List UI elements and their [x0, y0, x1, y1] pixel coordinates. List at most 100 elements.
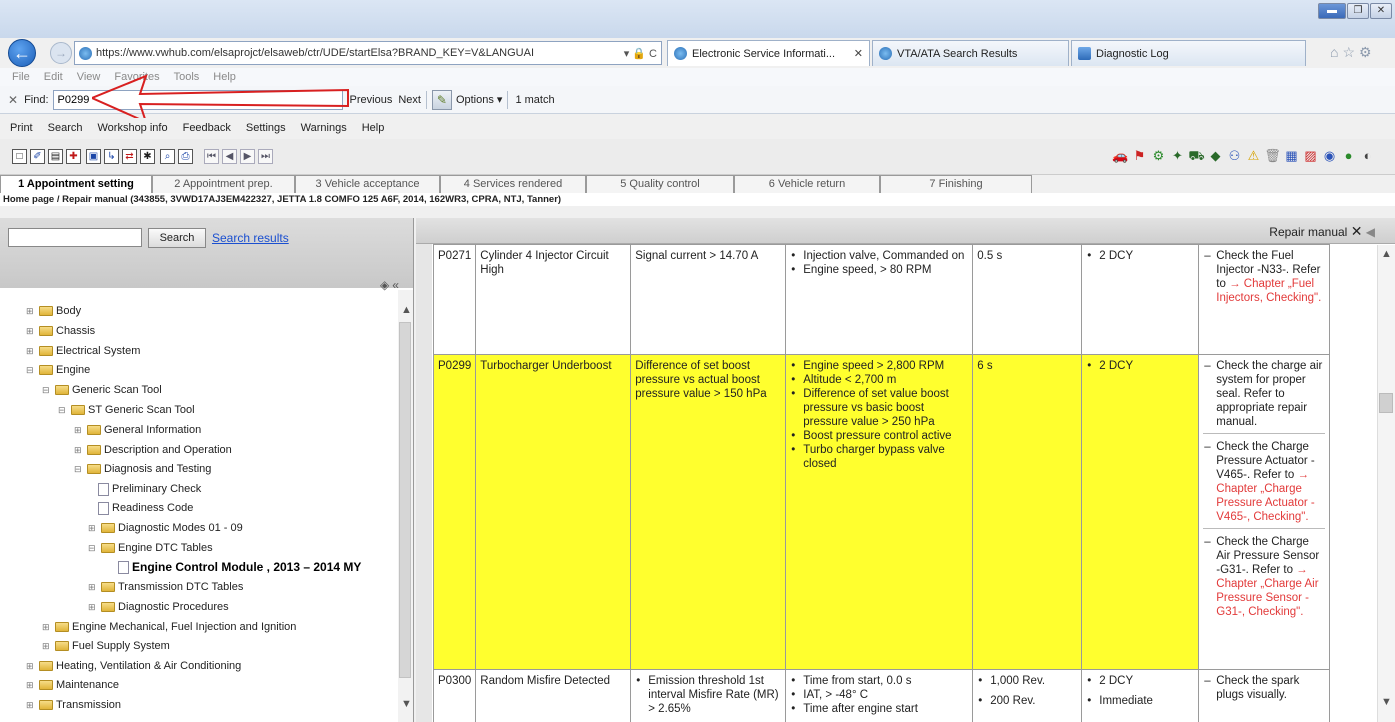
- tree-item-diagnostic-procedures[interactable]: ⊞ Diagnostic Procedures: [88, 598, 229, 616]
- content-scrollbar[interactable]: [1377, 245, 1395, 722]
- scroll-down-icon[interactable]: ▼: [401, 698, 412, 710]
- app-menu-search[interactable]: Search: [48, 122, 83, 134]
- settings-icon[interactable]: ◉: [1321, 147, 1338, 164]
- app-menu-print[interactable]: Print: [10, 122, 33, 134]
- find-previous-button[interactable]: Previous: [350, 94, 393, 106]
- address-bar[interactable]: https://www.vwhub.com/elsaprojct/elsaweb…: [74, 41, 662, 65]
- calendar-icon[interactable]: ▨: [1302, 147, 1319, 164]
- menu-tools[interactable]: Tools: [174, 71, 200, 83]
- expand-icon[interactable]: ⊞: [74, 425, 84, 436]
- step-tab-vehicle-acceptance[interactable]: 3 Vehicle acceptance: [295, 175, 440, 193]
- scroll-down-icon[interactable]: ▼: [1381, 696, 1392, 708]
- app-menu-help[interactable]: Help: [362, 122, 385, 134]
- scroll-up-icon[interactable]: ▲: [1381, 248, 1392, 260]
- browser-home-star-gear-icons[interactable]: ⌂☆⚙: [1330, 44, 1376, 61]
- tree-search-button[interactable]: Search: [148, 228, 206, 248]
- menu-file[interactable]: File: [12, 71, 30, 83]
- expand-icon[interactable]: ⊞: [88, 582, 98, 593]
- expand-icon[interactable]: ⊞: [42, 622, 52, 633]
- first-page-icon[interactable]: ⏮: [204, 149, 219, 164]
- edit-pen-icon[interactable]: ✐: [30, 149, 45, 164]
- app-menu-warnings[interactable]: Warnings: [301, 122, 347, 134]
- step-tab-appointment-setting[interactable]: 1 Appointment setting: [0, 175, 152, 193]
- document-icon[interactable]: ▦: [1283, 147, 1300, 164]
- last-page-icon[interactable]: ⏭: [258, 149, 273, 164]
- tree-item-transmission[interactable]: ⊞ Transmission: [26, 696, 121, 714]
- menu-edit[interactable]: Edit: [44, 71, 63, 83]
- tree-item-engine-mechanical[interactable]: ⊞ Engine Mechanical, Fuel Injection and I…: [42, 618, 296, 636]
- repair-icon[interactable]: ⚑: [1131, 147, 1148, 164]
- tools-icon[interactable]: ⚙: [1150, 147, 1167, 164]
- tree-item-diagnosis-and-testing[interactable]: ⊟ Diagnosis and Testing: [74, 460, 211, 478]
- print-icon[interactable]: ▤: [48, 149, 63, 164]
- data-icon[interactable]: ▣: [86, 149, 101, 164]
- expand-icon[interactable]: ⊞: [26, 680, 36, 691]
- tree-item-electrical-system[interactable]: ⊞ Electrical System: [26, 342, 140, 360]
- tree-item-transmission-dtc-tables[interactable]: ⊞ Transmission DTC Tables: [88, 578, 243, 596]
- link-icon[interactable]: ↳: [104, 149, 119, 164]
- tree-search-input[interactable]: [8, 228, 142, 247]
- tree-item-general-information[interactable]: ⊞ General Information: [74, 421, 201, 439]
- close-window-button[interactable]: ✕: [1370, 3, 1392, 19]
- expand-icon[interactable]: ⊞: [42, 641, 52, 652]
- forward-button[interactable]: →: [50, 42, 72, 64]
- globe-icon[interactable]: ●: [1340, 147, 1357, 164]
- new-document-icon[interactable]: □: [12, 149, 27, 164]
- menu-view[interactable]: View: [77, 71, 101, 83]
- expand-icon[interactable]: ⊞: [26, 306, 36, 317]
- expand-icon[interactable]: ⊞: [26, 700, 36, 711]
- close-find-icon[interactable]: ✕: [8, 93, 18, 107]
- next-page-icon[interactable]: ▶: [240, 149, 255, 164]
- tab-electronic-service-information[interactable]: Electronic Service Informati... ✕: [667, 40, 870, 66]
- expand-icon[interactable]: ⊞: [74, 445, 84, 456]
- collapse-icon[interactable]: ⊟: [74, 464, 84, 475]
- search-results-link[interactable]: Search results: [212, 231, 289, 245]
- expand-icon[interactable]: ⊞: [26, 346, 36, 357]
- parts-icon[interactable]: ◆: [1207, 147, 1224, 164]
- scroll-up-icon[interactable]: ▲: [401, 304, 412, 316]
- pin-icon[interactable]: ✱: [140, 149, 155, 164]
- tab-vta-ata-search-results[interactable]: VTA/ATA Search Results: [872, 40, 1069, 66]
- find-options-button[interactable]: Options ▾: [456, 93, 503, 106]
- collapse-icon[interactable]: ◀: [1366, 225, 1375, 239]
- warning-icon[interactable]: ⚠: [1245, 147, 1262, 164]
- tree-item-maintenance[interactable]: ⊞ Maintenance: [26, 676, 119, 694]
- tree-item-preliminary-check[interactable]: Preliminary Check: [98, 480, 201, 498]
- magnifier-icon[interactable]: ⌕: [160, 149, 175, 164]
- step-tab-services-rendered[interactable]: 4 Services rendered: [440, 175, 586, 193]
- step-tab-vehicle-return[interactable]: 6 Vehicle return: [734, 175, 880, 193]
- expand-icon[interactable]: ⊞: [26, 661, 36, 672]
- back-button[interactable]: ←: [8, 39, 36, 67]
- exchange-icon[interactable]: ⇄: [122, 149, 137, 164]
- tree-item-hvac[interactable]: ⊞ Heating, Ventilation & Air Conditioning: [26, 657, 241, 675]
- url-text[interactable]: https://www.vwhub.com/elsaprojct/elsaweb…: [96, 47, 620, 59]
- printer-icon[interactable]: ⎙: [178, 149, 193, 164]
- minimize-button[interactable]: ▬: [1318, 3, 1346, 19]
- menu-help[interactable]: Help: [213, 71, 236, 83]
- collapse-icon[interactable]: ⊟: [58, 405, 68, 416]
- tree-item-chassis[interactable]: ⊞ Chassis: [26, 322, 95, 340]
- highlight-pen-icon[interactable]: ✎: [431, 89, 452, 110]
- tree-item-description-and-operation[interactable]: ⊞ Description and Operation: [74, 441, 232, 459]
- tree-scrollbar-thumb[interactable]: [399, 322, 411, 678]
- tree-item-engine[interactable]: ⊟ Engine: [26, 361, 90, 379]
- tree-item-fuel-supply-system[interactable]: ⊞ Fuel Supply System: [42, 637, 170, 655]
- find-next-button[interactable]: Next: [398, 94, 421, 106]
- tree-item-engine-dtc-tables[interactable]: ⊟ Engine DTC Tables: [88, 539, 213, 557]
- tab-diagnostic-log[interactable]: Diagnostic Log: [1071, 40, 1306, 66]
- find-input[interactable]: [52, 89, 343, 110]
- workshop-icon[interactable]: ✦: [1169, 147, 1186, 164]
- expand-icon[interactable]: ⊞: [88, 523, 98, 534]
- collapse-icon[interactable]: ⊟: [26, 365, 36, 376]
- tree-item-readiness-code[interactable]: Readiness Code: [98, 499, 193, 517]
- app-menu-feedback[interactable]: Feedback: [183, 122, 231, 134]
- chapter-link[interactable]: → Chapter „Fuel Injectors, Checking".: [1216, 278, 1321, 304]
- people-icon[interactable]: ⚇: [1226, 147, 1243, 164]
- exit-icon[interactable]: ◐: [1359, 147, 1376, 164]
- maximize-button[interactable]: ❐: [1347, 3, 1369, 19]
- step-tab-appointment-prep[interactable]: 2 Appointment prep.: [152, 175, 295, 193]
- collapse-icon[interactable]: ⊟: [42, 385, 52, 396]
- menu-favorites[interactable]: Favorites: [114, 71, 159, 83]
- trash-icon[interactable]: 🗑: [1264, 147, 1281, 164]
- tree-item-engine-control-module[interactable]: Engine Control Module , 2013 – 2014 MY: [118, 558, 361, 576]
